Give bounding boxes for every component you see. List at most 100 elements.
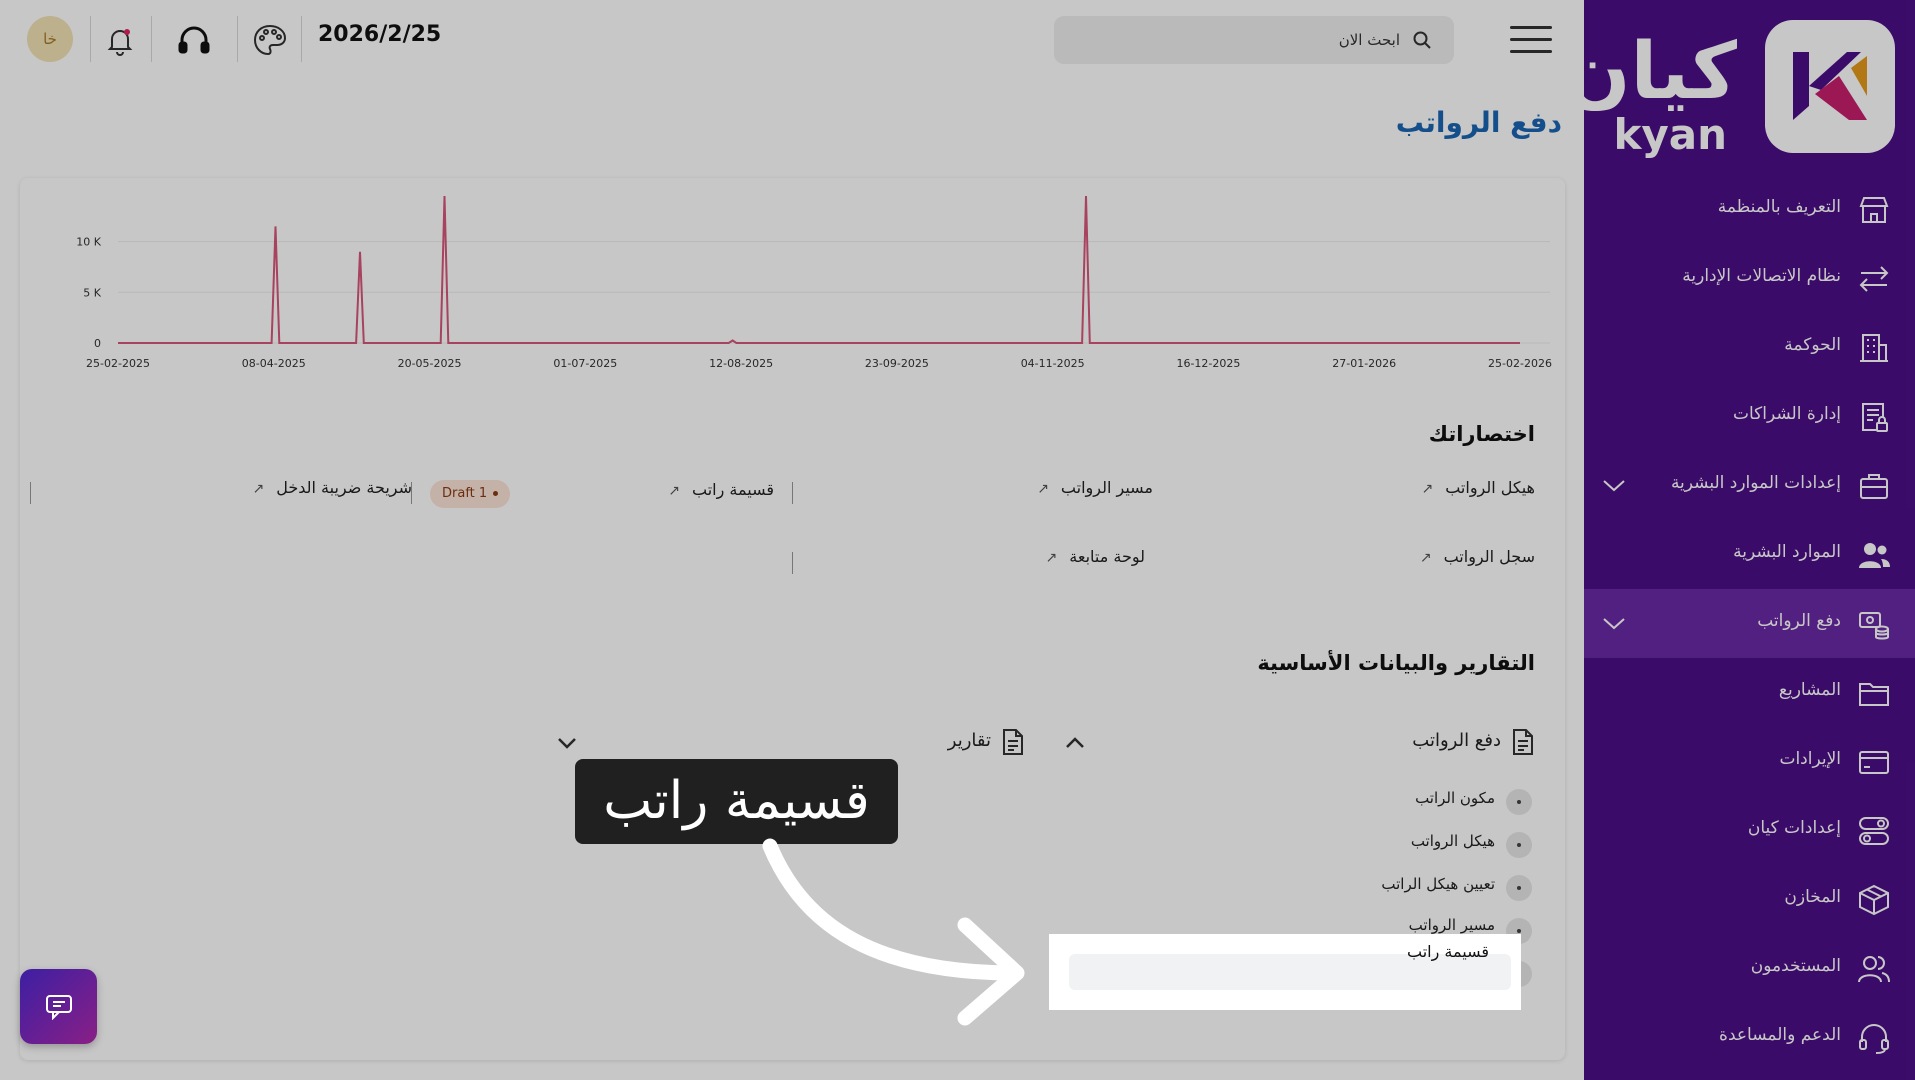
shortcut-payroll-run[interactable]: مسير الرواتب ↗: [1037, 478, 1153, 497]
headset-icon: [1857, 1021, 1891, 1055]
chart-x-tick-label: 25-02-2026: [1488, 357, 1552, 370]
reports-group-label: تقارير: [947, 730, 991, 751]
sidebar-item-label: إعدادات الموارد البشرية: [1670, 473, 1841, 493]
chart-y-tick-label: 10 K: [76, 236, 101, 249]
sidebar-item-hr-settings[interactable]: إعدادات الموارد البشرية: [1584, 451, 1915, 520]
palette-icon[interactable]: [250, 20, 290, 60]
shortcut-salary-structure[interactable]: هيكل الرواتب ↗: [1421, 478, 1535, 497]
top-header: 2026/2/25 خا: [0, 0, 1584, 80]
sidebar-item-projects[interactable]: المشاريع: [1584, 658, 1915, 727]
shortcut-label: هيكل الرواتب: [1445, 478, 1535, 497]
headset-icon[interactable]: [174, 20, 214, 60]
sidebar-item-label: التعريف بالمنظمة: [1717, 197, 1841, 217]
chevron-down-icon[interactable]: [1600, 473, 1628, 497]
sidebar-item-hr[interactable]: الموارد البشرية: [1584, 520, 1915, 589]
search-input[interactable]: [1100, 28, 1400, 52]
list-item-payroll-entry[interactable]: مسير الرواتب: [1409, 916, 1495, 934]
sidebar-item-support[interactable]: الدعم والمساعدة: [1584, 1003, 1915, 1072]
sidebar-item-label: المخازن: [1784, 887, 1841, 907]
sidebar-item-label: الإيرادات: [1779, 749, 1841, 769]
chart-x-tick-label: 04-11-2025: [1021, 357, 1085, 370]
sidebar-item-warehouses[interactable]: المخازن: [1584, 865, 1915, 934]
divider: [301, 16, 302, 62]
external-arrow-icon: ↗: [668, 483, 680, 499]
highlighted-item-label: قسيمة راتب: [1407, 942, 1489, 961]
list-bullet: [1506, 875, 1532, 901]
sidebar-item-partnerships[interactable]: إدارة الشراكات: [1584, 382, 1915, 451]
toggles-icon: [1857, 814, 1891, 848]
reports-title: التقارير والبيانات الأساسية: [1257, 651, 1535, 675]
users-icon: [1857, 538, 1891, 572]
chart-series-line: [118, 195, 1520, 344]
payroll-group-label: دفع الرواتب: [1412, 730, 1501, 751]
sidebar-nav: التعريف بالمنظمة نظام الاتصالات الإدارية…: [1584, 175, 1915, 1072]
sidebar-item-organization[interactable]: التعريف بالمنظمة: [1584, 175, 1915, 244]
list-item-salary-component[interactable]: مكون الراتب: [1415, 789, 1495, 807]
search-icon: [1412, 30, 1432, 50]
shortcut-label: مسير الرواتب: [1060, 478, 1153, 497]
chart-y-tick-label: 5 K: [83, 286, 101, 299]
chart-x-tick-label: 27-01-2026: [1332, 357, 1396, 370]
chat-button[interactable]: [20, 969, 97, 1044]
user-group-icon: [1857, 952, 1891, 986]
divider: [90, 16, 91, 62]
payroll-group-header[interactable]: دفع الرواتب: [1335, 728, 1535, 756]
list-bullet: [1506, 832, 1532, 858]
shortcut-label: قسيمة راتب: [692, 480, 774, 499]
arrows-swap-icon: [1857, 262, 1891, 296]
list-bullet: [1506, 789, 1532, 815]
page-title: دفع الرواتب: [1395, 106, 1562, 139]
building-icon: [1857, 331, 1891, 365]
chevron-down-icon[interactable]: [1600, 611, 1628, 635]
sidebar-item-communications[interactable]: نظام الاتصالات الإدارية: [1584, 244, 1915, 313]
external-arrow-icon: ↗: [1045, 550, 1058, 566]
shortcut-label: سجل الرواتب: [1443, 547, 1535, 566]
chart-x-tick-label: 20-05-2025: [398, 357, 462, 370]
divider: [237, 16, 238, 62]
sidebar-item-payroll[interactable]: دفع الرواتب: [1584, 589, 1915, 658]
shortcut-payslip[interactable]: قسيمة راتب ↗: [668, 480, 774, 499]
external-arrow-icon: ↗: [1037, 481, 1049, 497]
chart-x-tick-label: 01-07-2025: [553, 357, 617, 370]
shortcut-payroll-register[interactable]: سجل الرواتب ↗: [1420, 547, 1535, 566]
money-stack-icon: [1857, 607, 1891, 641]
shortcut-label: لوحة متابعة: [1069, 547, 1145, 566]
logo-mark-icon: [1765, 20, 1895, 153]
chart-x-tick-label: 12-08-2025: [709, 357, 773, 370]
box-icon: [1857, 883, 1891, 917]
external-arrow-icon: ↗: [252, 481, 265, 497]
draft-badge-label: Draft 1: [442, 486, 488, 501]
chevron-up-icon[interactable]: [1062, 733, 1088, 753]
sidebar-item-label: نظام الاتصالات الإدارية: [1682, 266, 1841, 286]
tutorial-callout: قسيمة راتب: [575, 759, 898, 844]
briefcase-icon: [1857, 469, 1891, 503]
external-arrow-icon: ↗: [1419, 550, 1432, 566]
document-icon: [1513, 729, 1533, 755]
sidebar-item-governance[interactable]: الحوكمة: [1584, 313, 1915, 382]
shortcut-income-tax-slab[interactable]: شريحة ضريبة الدخل ↗: [253, 478, 413, 497]
card-icon: [1857, 745, 1891, 779]
divider: [30, 482, 31, 504]
document-lock-icon: [1857, 400, 1891, 434]
sidebar-item-label: إعدادات كيان: [1747, 818, 1841, 838]
highlighted-list-item-payslip[interactable]: قسيمة راتب: [1049, 934, 1521, 1010]
chart-x-tick-label: 25-02-2025: [86, 357, 150, 370]
chevron-down-icon[interactable]: [554, 733, 580, 753]
divider: [792, 552, 793, 574]
list-item-salary-structure-assignment[interactable]: تعيين هيكل الراتب: [1381, 875, 1495, 893]
store-icon: [1857, 193, 1891, 227]
sidebar-item-revenues[interactable]: الإيرادات: [1584, 727, 1915, 796]
menu-icon[interactable]: [1510, 26, 1552, 54]
sidebar-item-users[interactable]: المستخدمون: [1584, 934, 1915, 1003]
list-item-salary-structure[interactable]: هيكل الرواتب: [1411, 832, 1495, 850]
brand-logo[interactable]: كيان kyan: [1564, 20, 1895, 158]
shortcut-dashboard[interactable]: لوحة متابعة ↗: [1046, 547, 1145, 566]
search-box[interactable]: [1054, 16, 1454, 64]
avatar[interactable]: خا: [27, 16, 73, 62]
reports-group-header[interactable]: تقارير: [925, 728, 1025, 756]
bell-icon[interactable]: [100, 20, 140, 60]
shortcut-label: شريحة ضريبة الدخل: [276, 478, 412, 497]
sidebar-item-kyan-settings[interactable]: إعدادات كيان: [1584, 796, 1915, 865]
sidebar-item-label: المشاريع: [1778, 680, 1841, 700]
external-arrow-icon: ↗: [1421, 481, 1434, 497]
